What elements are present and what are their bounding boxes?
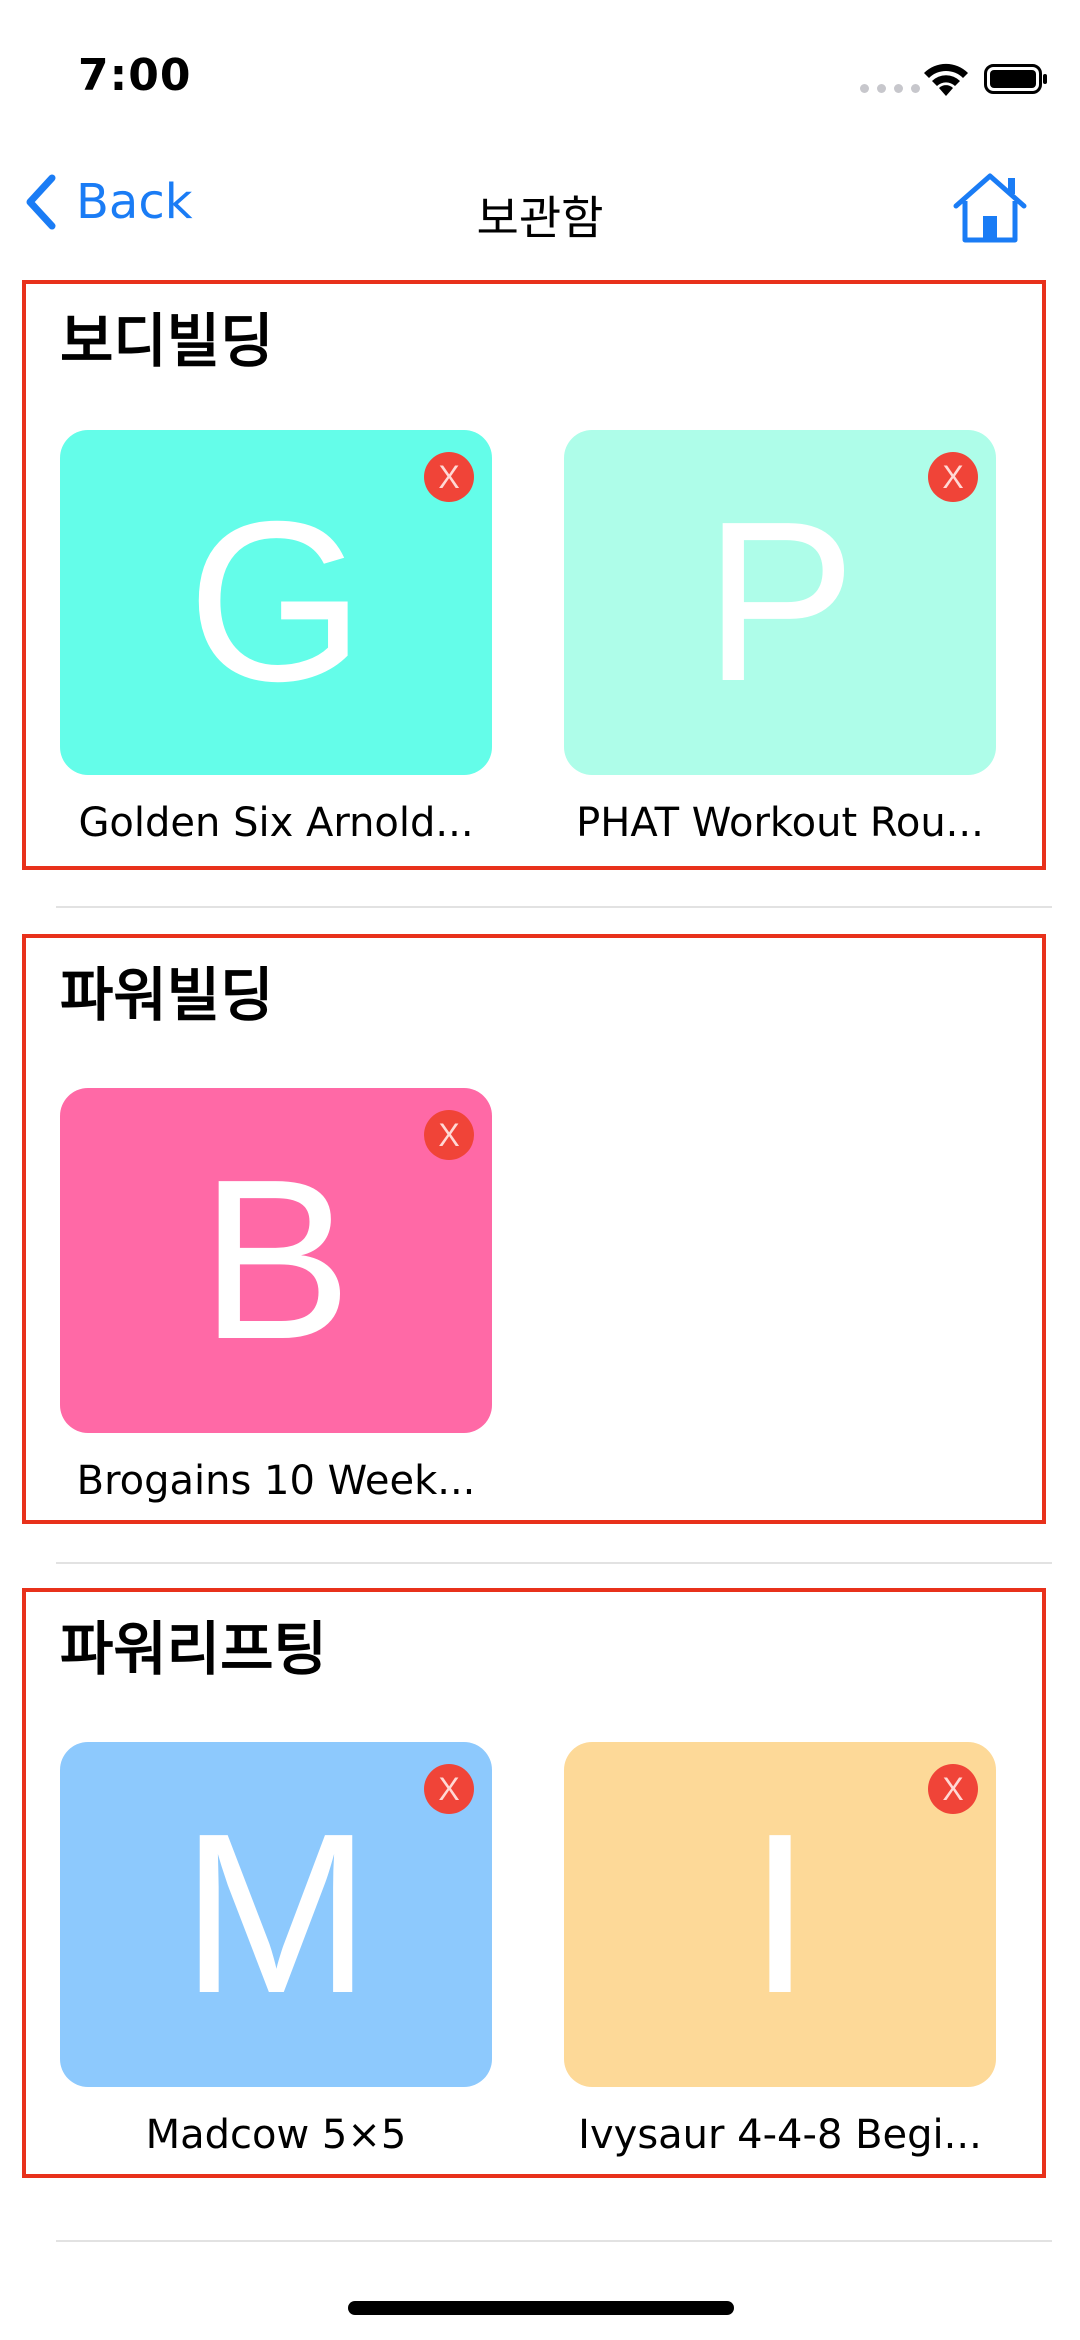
section-title: 파워빌딩: [60, 961, 274, 1029]
section-title: 보디빌딩: [60, 307, 274, 375]
page-title: 보관함: [476, 191, 604, 245]
delete-button[interactable]: X: [928, 1764, 978, 1814]
program-title: Brogains 10 Week...: [76, 1458, 476, 1504]
home-indicator: [348, 2301, 734, 2315]
program-title: Madcow 5×5: [145, 2112, 407, 2158]
section-title: 파워리프팅: [60, 1615, 327, 1683]
section-divider: [56, 1562, 1052, 1564]
status-time: 7:00: [78, 50, 192, 101]
category-section-powerlifting: 파워리프팅 M X Madcow 5×5 I X Ivysaur 4-4-8 B…: [22, 1588, 1046, 2178]
battery-icon: [984, 64, 1047, 94]
program-title: Golden Six Arnold...: [78, 800, 474, 846]
delete-button[interactable]: X: [424, 1110, 474, 1160]
delete-button[interactable]: X: [928, 452, 978, 502]
wifi-icon: [924, 63, 968, 96]
section-divider: [56, 906, 1052, 908]
delete-button[interactable]: X: [424, 1764, 474, 1814]
category-section-powerbuilding: 파워빌딩 B X Brogains 10 Week...: [22, 934, 1046, 1524]
program-title: Ivysaur 4-4-8 Begi...: [578, 2112, 982, 2158]
navigation-bar: Back 보관함: [0, 150, 1080, 270]
program-title: PHAT Workout Rou...: [576, 800, 984, 846]
status-bar: 7:00: [0, 0, 1080, 150]
category-section-bodybuilding: 보디빌딩 G X Golden Six Arnold... P X PHAT W…: [22, 280, 1046, 870]
section-divider: [56, 2240, 1052, 2242]
home-icon[interactable]: [950, 168, 1030, 248]
cellular-signal-icon: [860, 84, 920, 93]
delete-button[interactable]: X: [424, 452, 474, 502]
